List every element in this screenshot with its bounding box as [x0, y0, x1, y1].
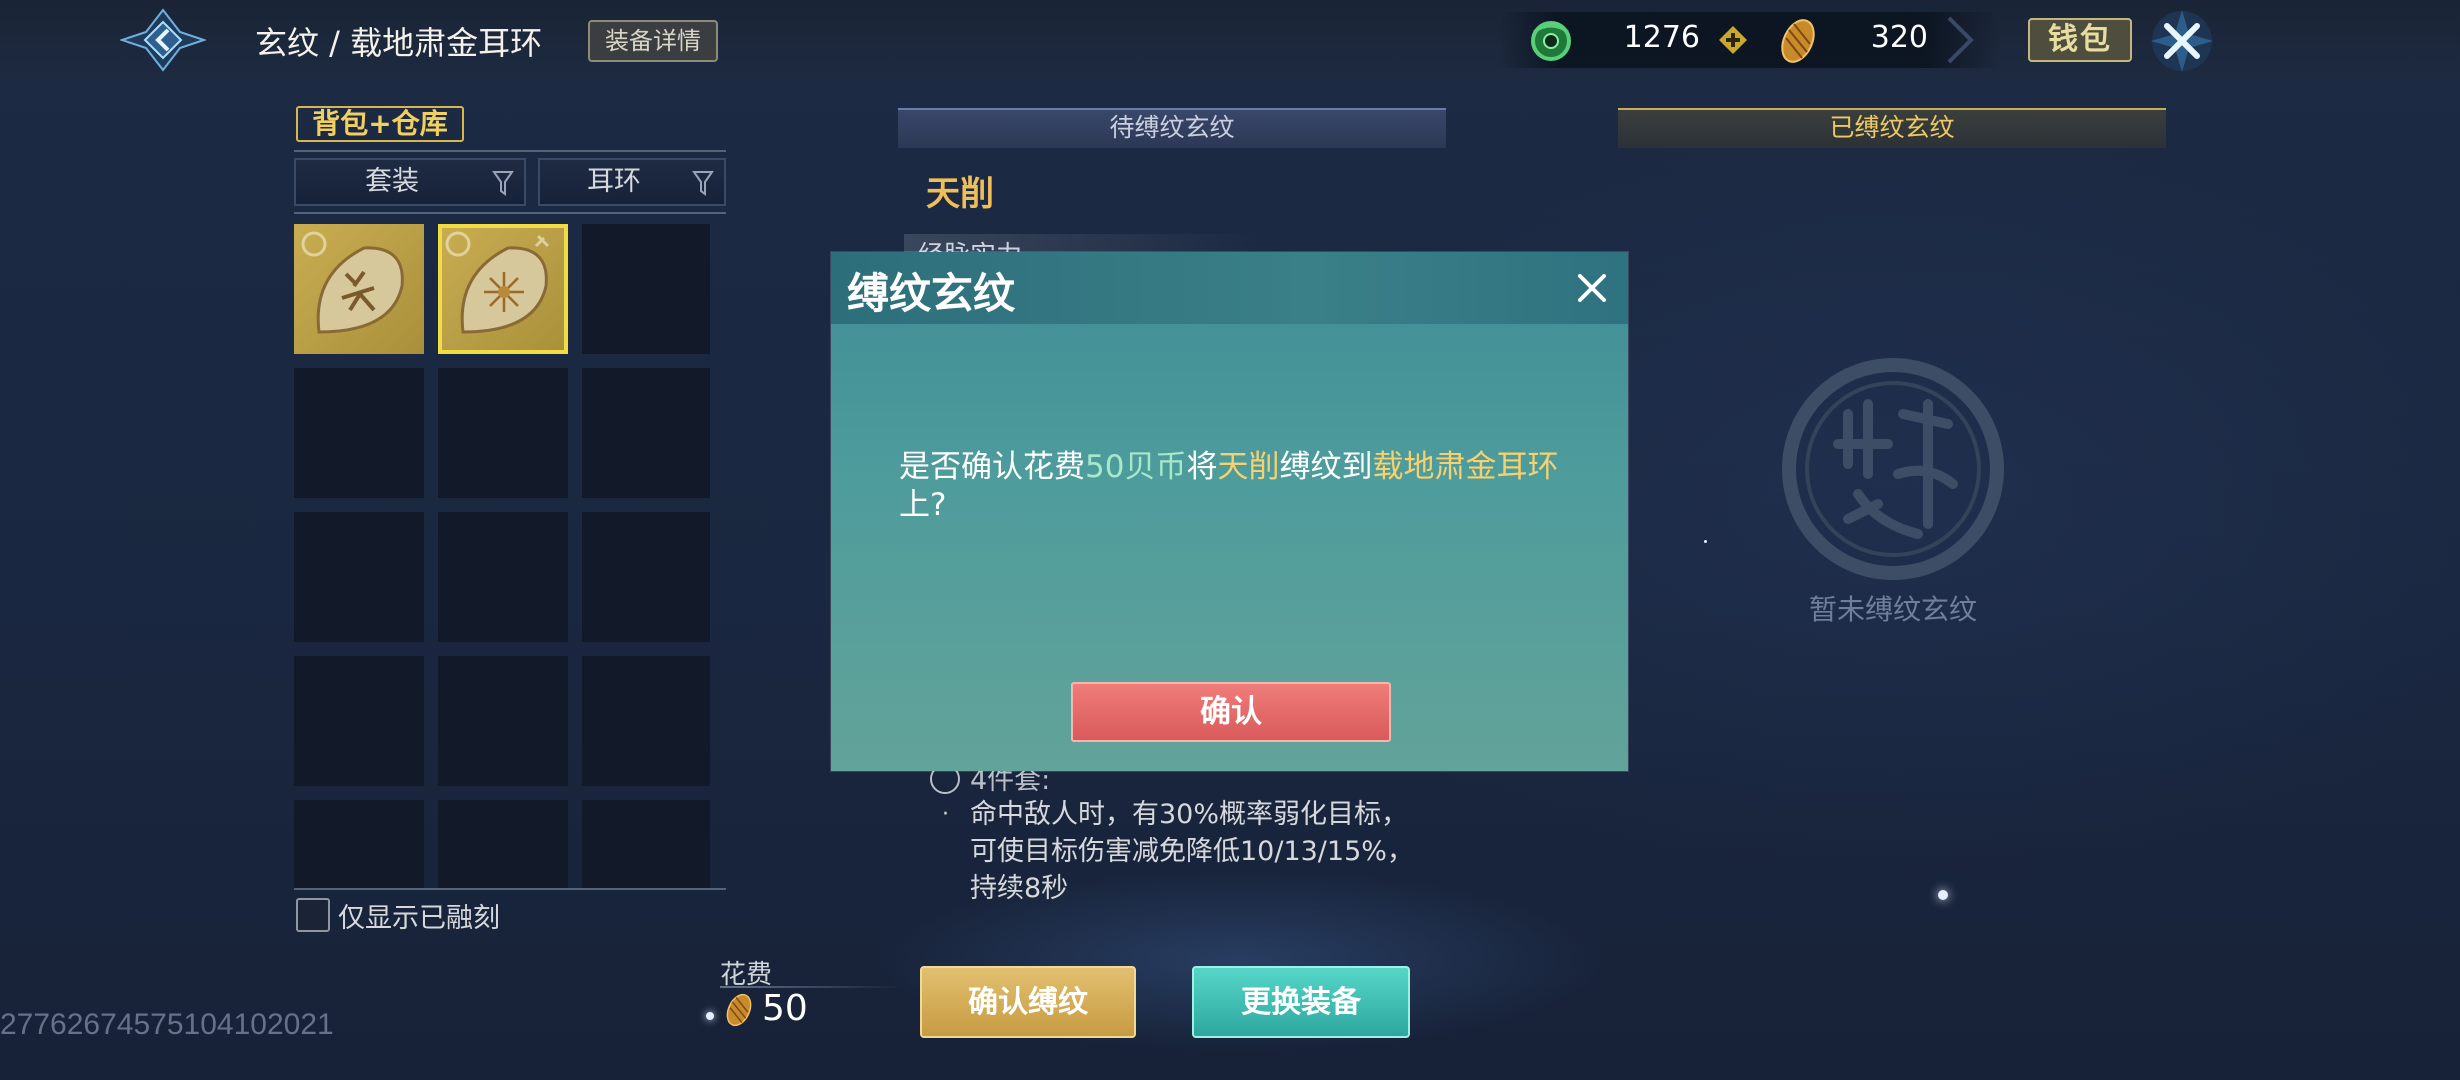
set-bonus-line: 可使目标伤害减免降低10/13/15%，	[970, 836, 1414, 867]
inventory-slot-empty[interactable]	[582, 512, 710, 642]
set-bonus-line: 命中敌人时，有30%概率弱化目标，	[970, 799, 1409, 830]
equipment-detail-button[interactable]: 装备详情	[588, 20, 718, 62]
dialog-title: 缚纹玄纹	[847, 269, 1016, 318]
msg-text: 是否确认花费	[899, 449, 1085, 485]
bullet: ·	[942, 802, 949, 827]
set-name: 天削	[926, 174, 994, 214]
close-main-button[interactable]	[2145, 4, 2219, 78]
dialog-close-button[interactable]	[1574, 270, 1610, 306]
msg-cost: 50贝币	[1085, 449, 1187, 485]
empty-seal-icon	[1778, 354, 2008, 584]
change-equipment-button[interactable]: 更换装备	[1192, 966, 1410, 1038]
inventory-slot-empty[interactable]	[294, 800, 424, 888]
page-title: 玄纹 / 载地肃金耳环	[255, 24, 543, 62]
inventory-slot-empty[interactable]	[582, 656, 710, 786]
slot-filter-dropdown[interactable]: 耳环	[538, 158, 726, 206]
divider	[720, 986, 900, 988]
shell-coin-icon	[722, 990, 756, 1030]
msg-set-name: 天削	[1217, 449, 1280, 485]
inventory-slot-empty[interactable]	[294, 656, 424, 786]
inventory-slot-empty[interactable]	[438, 512, 568, 642]
shell-coin-icon	[1775, 16, 1821, 66]
sparkle-decoration	[1704, 540, 1707, 543]
inventory-slot-empty[interactable]	[294, 368, 424, 498]
divider	[294, 888, 726, 890]
xuanwen-leaf-icon	[301, 231, 404, 334]
shell-amount: 320	[1870, 20, 1928, 55]
cost-value: 50	[762, 988, 808, 1029]
filter-icon	[692, 171, 714, 196]
inventory-slot-empty[interactable]	[582, 224, 710, 354]
dialog-confirm-button[interactable]: 确认	[1071, 682, 1391, 742]
sparkle-decoration	[1938, 890, 1948, 900]
tab-pending-xuanwen[interactable]: 待缚纹玄纹	[898, 108, 1446, 148]
dialog-message: 是否确认花费50贝币将天削缚纹到载地肃金耳环上?	[899, 448, 1579, 524]
msg-text: 缚纹到	[1279, 449, 1373, 485]
slot-filter-label: 耳环	[587, 166, 641, 197]
inventory-slot-empty[interactable]	[582, 368, 710, 498]
filter-icon	[492, 171, 514, 196]
only-fused-label: 仅显示已融刻	[338, 903, 500, 934]
inventory-grid	[294, 224, 710, 888]
close-icon	[2151, 10, 2213, 72]
jade-currency-icon	[1528, 18, 1574, 64]
inventory-slot-leaf-item-2[interactable]	[438, 224, 568, 354]
msg-text: 将	[1186, 449, 1218, 485]
msg-item-name: 载地肃金耳环	[1372, 449, 1559, 485]
inventory-slot-empty[interactable]	[438, 656, 568, 786]
xuanwen-leaf-icon	[445, 231, 550, 334]
set-filter-dropdown[interactable]: 套装	[294, 158, 526, 206]
inventory-slot-empty[interactable]	[582, 800, 710, 888]
inventory-slot-leaf-item-1[interactable]	[294, 224, 424, 354]
divider	[294, 150, 726, 152]
confirm-bind-button[interactable]: 确认缚纹	[920, 966, 1136, 1038]
back-arrow-icon	[118, 8, 208, 72]
wallet-button[interactable]: 钱包	[2028, 18, 2132, 62]
close-icon	[1578, 274, 1606, 302]
msg-text: 上?	[899, 487, 947, 523]
user-id: 27762674575104102021	[0, 1008, 334, 1041]
no-bound-text: 暂未缚纹玄纹	[1808, 593, 1977, 626]
inventory-slot-empty[interactable]	[438, 368, 568, 498]
bag-warehouse-tab[interactable]: 背包+仓库	[296, 106, 464, 142]
jade-amount: 1276	[1623, 20, 1700, 55]
bind-confirm-dialog: 缚纹玄纹 是否确认花费50贝币将天削缚纹到载地肃金耳环上? 确认	[831, 252, 1628, 771]
chevron-right-icon	[1945, 14, 1975, 66]
divider	[294, 212, 726, 214]
inventory-slot-empty[interactable]	[294, 512, 424, 642]
back-button[interactable]	[118, 8, 208, 72]
set-bonus-description: 命中敌人时，有30%概率弱化目标， 可使目标伤害减免降低10/13/15%， 持…	[970, 796, 1440, 907]
inventory-slot-empty[interactable]	[438, 800, 568, 888]
set-filter-label: 套装	[365, 166, 419, 197]
sparkle-decoration	[706, 1012, 714, 1020]
add-currency-icon[interactable]	[1717, 24, 1749, 56]
set-bonus-line: 持续8秒	[970, 873, 1069, 904]
tab-bound-xuanwen[interactable]: 已缚纹玄纹	[1618, 108, 2166, 148]
only-fused-checkbox[interactable]	[296, 898, 330, 932]
